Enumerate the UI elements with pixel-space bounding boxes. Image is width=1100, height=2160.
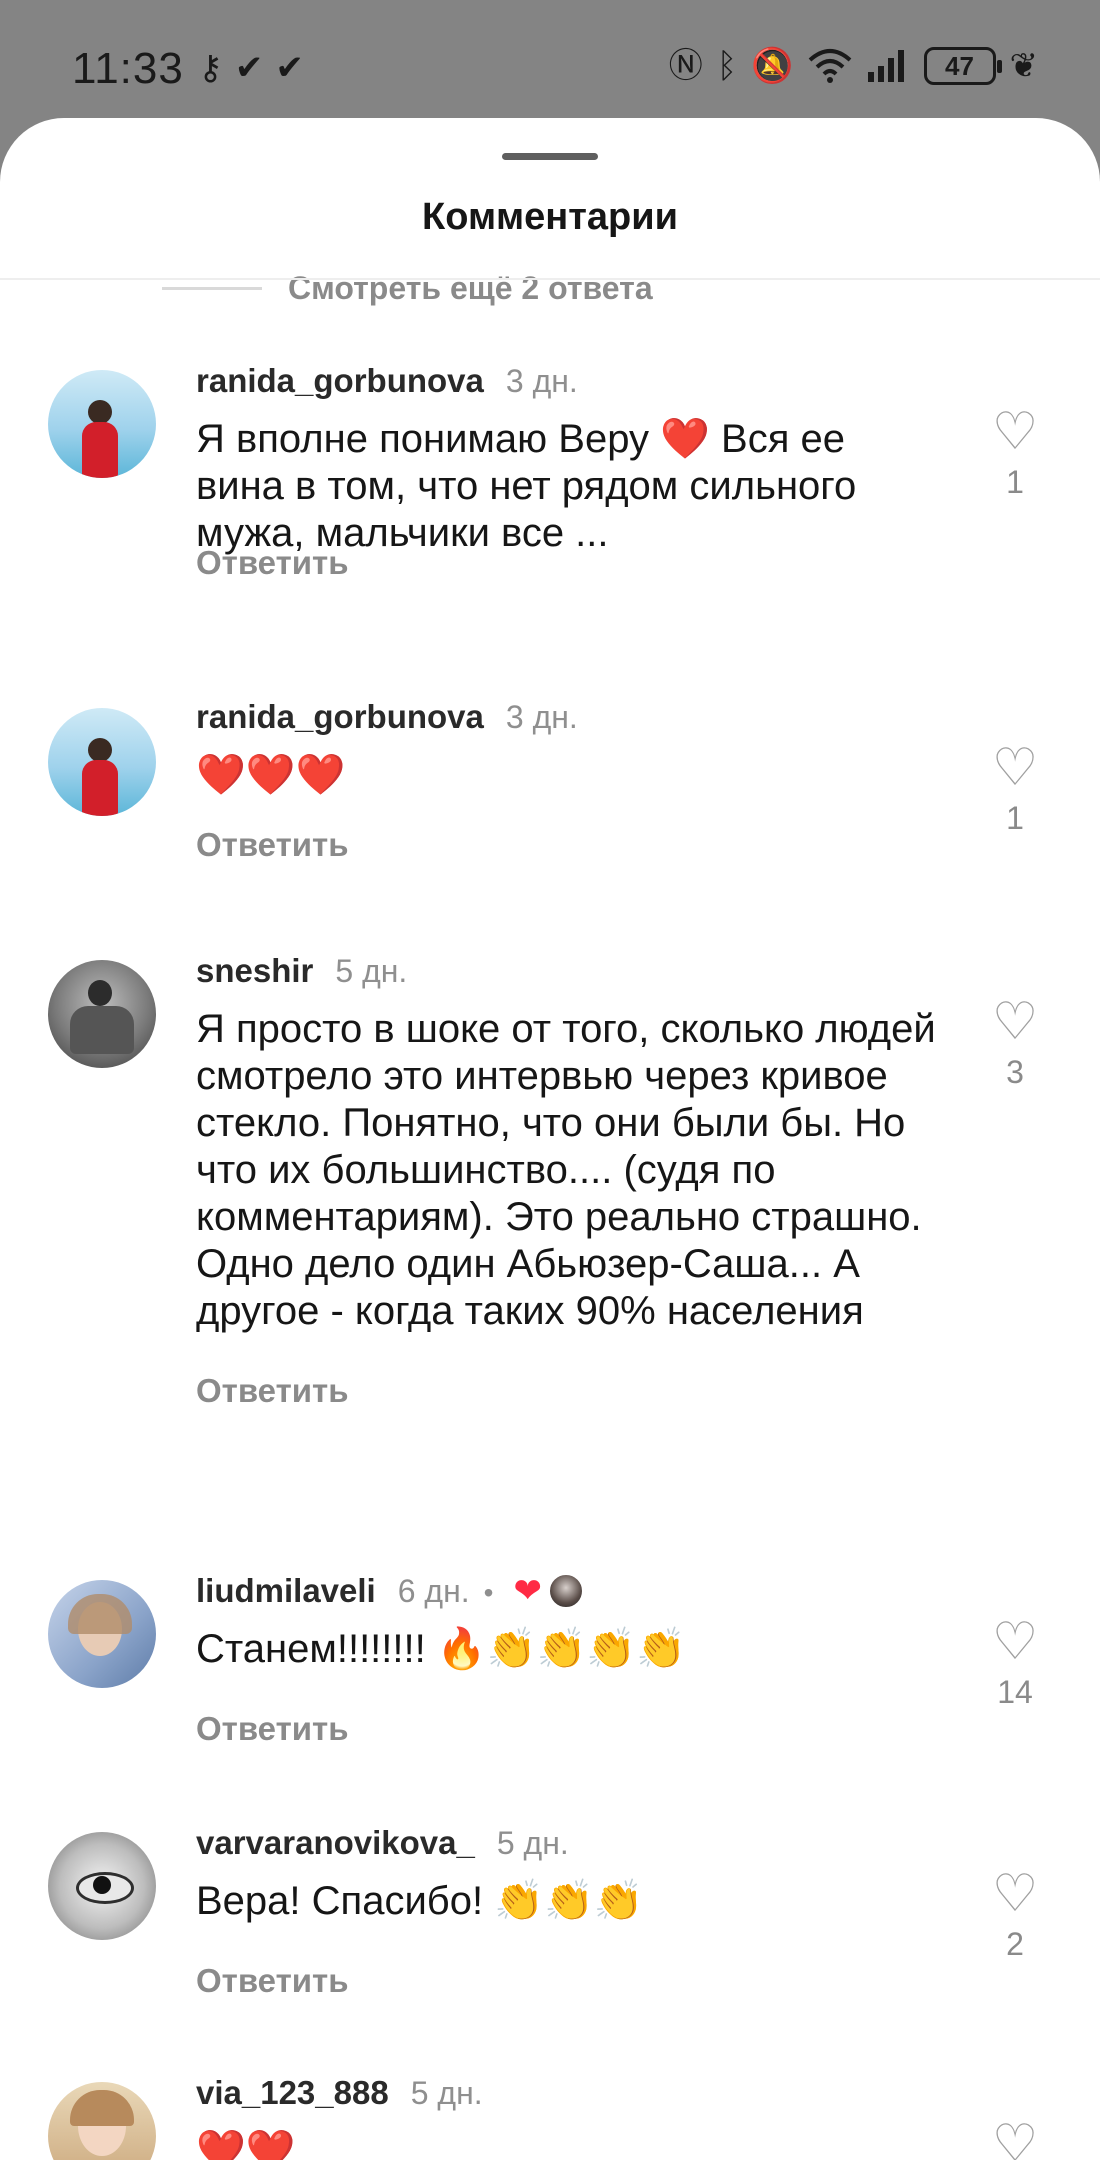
sheet-title: Комментарии bbox=[422, 196, 678, 238]
like-count: 14 bbox=[997, 1674, 1033, 1710]
comment-meta: varvaranovikova_ 5 дн. bbox=[196, 1824, 569, 1862]
comments-sheet: Комментарии Смотреть ещё 2 ответа ranida… bbox=[0, 118, 1100, 2160]
avatar[interactable] bbox=[48, 708, 156, 816]
username[interactable]: varvaranovikova_ bbox=[196, 1824, 475, 1862]
comment-meta: via_123_888 5 дн. bbox=[196, 2074, 483, 2112]
comment-time: 5 дн. bbox=[410, 2075, 483, 2111]
reply-button[interactable]: Ответить bbox=[196, 544, 349, 582]
mute-bell-icon: 🔕 bbox=[751, 47, 794, 85]
username[interactable]: sneshir bbox=[196, 952, 313, 990]
comment-time: 6 дн. bbox=[397, 1573, 470, 1609]
heart-outline-icon[interactable]: ♡ bbox=[984, 1616, 1046, 1668]
username[interactable]: ranida_gorbunova bbox=[196, 698, 484, 736]
battery-indicator: 47 bbox=[923, 47, 1002, 85]
status-bar: 11:33 ⚷ ✔ ✔ Ⓝ ᛒ 🔕 47 ❦ bbox=[0, 0, 1100, 120]
separator-dot: • bbox=[483, 1577, 494, 1608]
app-notification-icon: ✔ bbox=[275, 49, 304, 87]
comment-text: ❤️❤️ bbox=[196, 2129, 296, 2160]
comment-time: 3 дн. bbox=[505, 363, 578, 399]
like-count: 1 bbox=[1006, 464, 1024, 500]
creator-liked-badge: ❤ bbox=[513, 1573, 584, 1609]
comment-time: 5 дн. bbox=[496, 1825, 569, 1861]
creator-avatar bbox=[547, 1573, 584, 1609]
like-button[interactable]: ♡ 1 bbox=[984, 406, 1046, 501]
view-more-replies[interactable]: Смотреть ещё 2 ответа bbox=[162, 270, 653, 307]
status-time: 11:33 bbox=[72, 44, 184, 93]
header-divider bbox=[0, 278, 1100, 280]
status-left-icons: ⚷ ✔ ✔ bbox=[198, 48, 304, 88]
comment-meta: ranida_gorbunova 3 дн. bbox=[196, 362, 578, 400]
heart-outline-icon[interactable]: ♡ bbox=[984, 996, 1046, 1048]
drag-handle[interactable] bbox=[502, 153, 598, 160]
like-button[interactable]: ♡ 1 bbox=[984, 742, 1046, 837]
like-count: 2 bbox=[1006, 1926, 1024, 1962]
username[interactable]: via_123_888 bbox=[196, 2074, 389, 2112]
avatar[interactable] bbox=[48, 960, 156, 1068]
comment-text: Я просто в шоке от того, сколько людей с… bbox=[196, 1007, 936, 1333]
reply-button[interactable]: Ответить bbox=[196, 826, 349, 864]
key-icon: ⚷ bbox=[198, 49, 223, 87]
status-right-icons: Ⓝ ᛒ 🔕 47 ❦ bbox=[669, 46, 1038, 86]
heart-filled-icon: ❤ bbox=[513, 1572, 542, 1610]
like-button[interactable]: ♡ bbox=[984, 2118, 1046, 2160]
like-count: 3 bbox=[1006, 1054, 1024, 1090]
avatar[interactable] bbox=[48, 370, 156, 478]
nfc-icon: Ⓝ bbox=[668, 47, 703, 85]
reply-button[interactable]: Ответить bbox=[196, 1962, 349, 2000]
comment-time: 3 дн. bbox=[505, 699, 578, 735]
heart-outline-icon[interactable]: ♡ bbox=[984, 2118, 1046, 2160]
heart-outline-icon[interactable]: ♡ bbox=[984, 406, 1046, 458]
comment-text: Вера! Спасибо! 👏👏👏 bbox=[196, 1879, 644, 1923]
username[interactable]: liudmilaveli bbox=[196, 1572, 376, 1610]
avatar[interactable] bbox=[48, 1832, 156, 1940]
avatar[interactable] bbox=[48, 1580, 156, 1688]
leaf-icon: ❦ bbox=[1009, 47, 1039, 85]
like-count: 1 bbox=[1006, 800, 1024, 836]
like-button[interactable]: ♡ 2 bbox=[984, 1868, 1046, 1963]
view-more-replies-label[interactable]: Смотреть ещё 2 ответа bbox=[288, 270, 653, 307]
heart-outline-icon[interactable]: ♡ bbox=[984, 742, 1046, 794]
like-button[interactable]: ♡ 3 bbox=[984, 996, 1046, 1091]
comment-time: 5 дн. bbox=[335, 953, 408, 989]
divider bbox=[162, 287, 262, 290]
avatar[interactable] bbox=[48, 2082, 156, 2160]
comment-meta: sneshir 5 дн. bbox=[196, 952, 407, 990]
heart-outline-icon[interactable]: ♡ bbox=[984, 1868, 1046, 1920]
wifi-icon bbox=[808, 49, 851, 83]
comment-meta: ranida_gorbunova 3 дн. bbox=[196, 698, 578, 736]
reply-button[interactable]: Ответить bbox=[196, 1372, 349, 1410]
reply-button[interactable]: Ответить bbox=[196, 1710, 349, 1748]
comment-text: Я вполне понимаю Веру ❤️ Вся ее вина в т… bbox=[196, 417, 857, 555]
like-button[interactable]: ♡ 14 bbox=[984, 1616, 1046, 1711]
comment-meta: liudmilaveli 6 дн. • ❤ bbox=[196, 1572, 584, 1610]
signal-icon bbox=[867, 50, 904, 82]
bluetooth-icon: ᛒ bbox=[716, 47, 738, 85]
comment-text: Станем!!!!!!!! 🔥👏👏👏👏 bbox=[196, 1627, 686, 1671]
username[interactable]: ranida_gorbunova bbox=[196, 362, 484, 400]
app-notification-icon: ✔ bbox=[234, 49, 264, 87]
comment-text: ❤️❤️❤️ bbox=[196, 753, 346, 797]
